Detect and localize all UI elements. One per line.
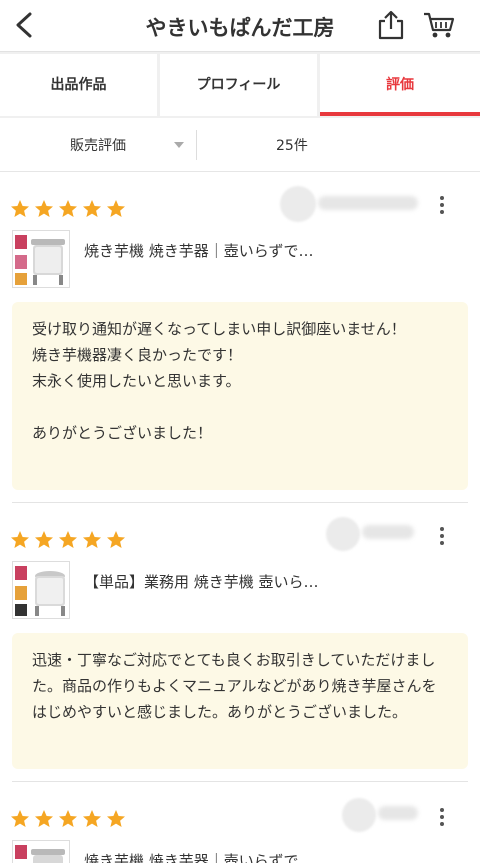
active-tab-indicator — [320, 112, 480, 116]
more-vertical-icon[interactable] — [439, 196, 445, 217]
tab-reviews[interactable]: 評価 — [320, 54, 480, 116]
tab-profile[interactable]: プロフィール — [160, 54, 317, 116]
star-icon — [35, 810, 53, 827]
review-comment: 受け取り通知が遅くなってしまい申し訳御座いません！ 焼き芋機器凄く良かったです！… — [12, 302, 468, 490]
star-icon — [11, 200, 29, 217]
star-icon — [35, 531, 53, 548]
review-card: 焼き芋機 焼き芋器｜壺いらずで… 受け取り通知が遅くなってしまい申し訳御座いませ… — [0, 172, 480, 502]
star-icon — [83, 810, 101, 827]
star-icon — [59, 200, 77, 217]
tab-reviews-label: 評価 — [386, 77, 414, 93]
reviewer-avatar[interactable] — [342, 798, 376, 832]
item-title-link[interactable]: 焼き芋機 焼き芋器｜壺いらずで… — [84, 850, 313, 863]
star-rating — [10, 530, 126, 550]
star-icon — [11, 810, 29, 827]
item-thumbnail[interactable] — [12, 561, 70, 619]
share-icon[interactable] — [376, 10, 406, 40]
item-thumbnail[interactable] — [12, 230, 70, 288]
star-icon — [107, 810, 125, 827]
divider — [196, 130, 197, 160]
star-icon — [35, 200, 53, 217]
star-icon — [83, 531, 101, 548]
reviewer-avatar[interactable] — [280, 186, 316, 222]
star-icon — [107, 200, 125, 217]
review-comment: 迅速・丁寧なご対応でとても良くお取引きしていただけました。商品の作りもよくマニュ… — [12, 633, 468, 769]
product-image — [13, 231, 69, 287]
more-vertical-icon[interactable] — [439, 527, 445, 548]
reviewer-name-blurred[interactable] — [378, 806, 418, 820]
star-icon — [107, 531, 125, 548]
item-thumbnail[interactable] — [12, 840, 70, 863]
caret-down-icon[interactable] — [174, 142, 184, 148]
cart-icon[interactable] — [422, 10, 456, 40]
star-icon — [83, 200, 101, 217]
reviewer-name-blurred[interactable] — [318, 196, 418, 210]
item-title-link[interactable]: 【単品】業務用 焼き芋機 壺いら… — [84, 571, 319, 592]
review-filter-bar: 販売評価 25件 — [0, 118, 480, 172]
product-image — [13, 841, 69, 863]
app-header: やきいもぱんだ工房 — [0, 0, 480, 52]
review-card: 焼き芋機 焼き芋器｜壺いらずで… — [0, 782, 480, 863]
review-type-select[interactable]: 販売評価 — [70, 135, 126, 155]
page-title: やきいもぱんだ工房 — [145, 16, 335, 40]
chevron-left-icon[interactable] — [10, 10, 38, 40]
tab-listings[interactable]: 出品作品 — [0, 54, 157, 116]
more-vertical-icon[interactable] — [439, 808, 445, 829]
review-count: 25件 — [276, 138, 308, 154]
item-title-link[interactable]: 焼き芋機 焼き芋器｜壺いらずで… — [84, 240, 313, 261]
star-rating — [10, 809, 126, 829]
review-card: 【単品】業務用 焼き芋機 壺いら… 迅速・丁寧なご対応でとても良くお取引きしてい… — [0, 503, 480, 781]
star-icon — [59, 810, 77, 827]
product-image — [13, 562, 69, 618]
reviewer-avatar[interactable] — [326, 517, 360, 551]
reviewer-name-blurred[interactable] — [362, 525, 414, 539]
star-icon — [11, 531, 29, 548]
star-icon — [59, 531, 77, 548]
star-rating — [10, 199, 126, 219]
tab-bar: 出品作品 プロフィール 評価 — [0, 52, 480, 118]
